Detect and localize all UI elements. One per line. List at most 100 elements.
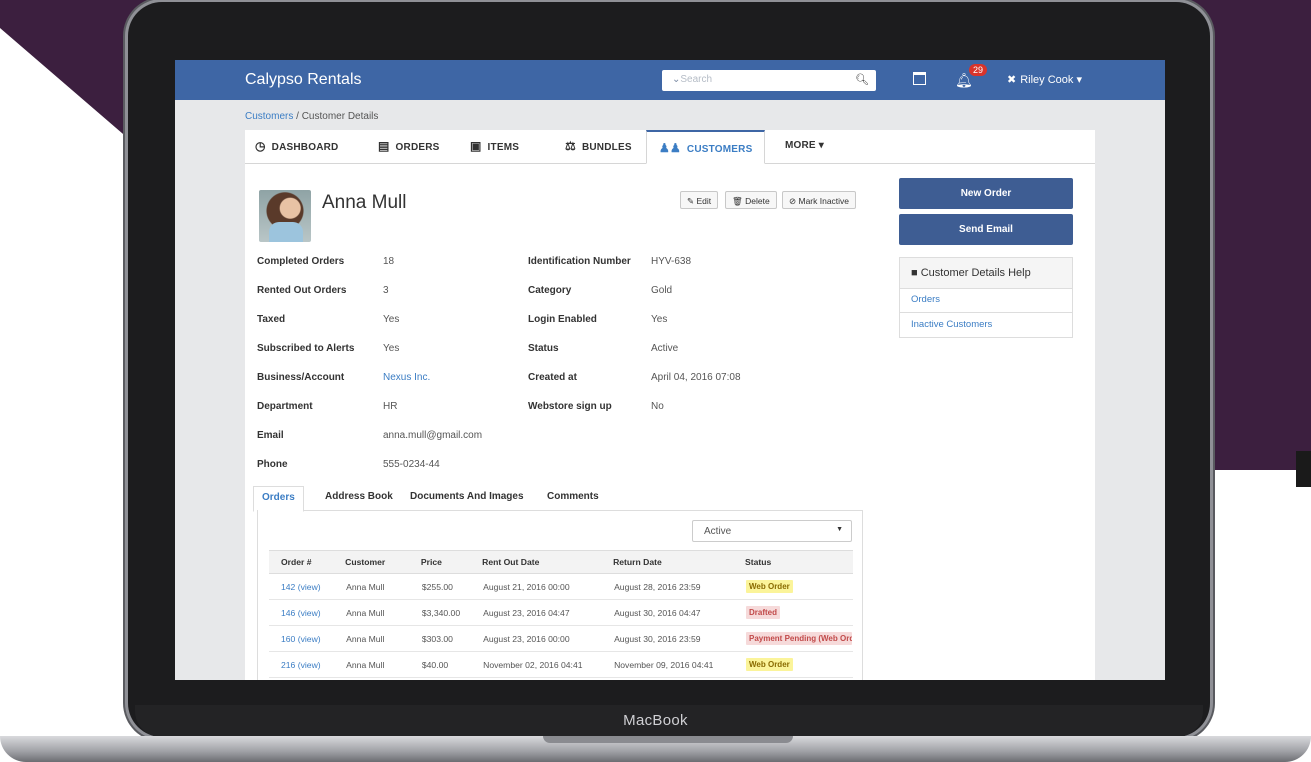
value-created-at: April 04, 2016 07:08 (651, 372, 741, 383)
help-panel-header: ■ Customer Details Help (900, 258, 1072, 289)
breadcrumb-separator: / (293, 111, 302, 122)
search-input[interactable]: Search 🔍︎ (662, 70, 876, 91)
cell-customer: Anna Mull (345, 599, 421, 626)
dashboard-icon: ◷ (255, 139, 266, 153)
subtab-address-book[interactable]: Address Book (325, 491, 393, 502)
chevron-down-icon: ▾ (1076, 74, 1082, 86)
help-panel-title: ■ Customer Details Help (911, 267, 1031, 279)
customer-subtabs: Orders Address Book Documents And Images… (253, 486, 863, 512)
users-icon: ♟♟ (659, 141, 681, 155)
column-header[interactable]: Return Date (613, 550, 745, 574)
divider (900, 312, 1072, 313)
tab-dashboard[interactable]: ◷ DASHBOARD (255, 130, 338, 163)
column-header[interactable]: Price (420, 550, 483, 574)
briefcase-icon: ▣ (470, 139, 482, 153)
tools-icon: ✖ (1007, 74, 1017, 86)
table-header-row: Order # Customer Price Rent Out Date Ret… (269, 550, 853, 574)
link-business-account[interactable]: Nexus Inc. (383, 372, 430, 383)
label-department: Department (257, 401, 313, 412)
mark-inactive-label: Mark Inactive (798, 196, 850, 206)
label-login-enabled: Login Enabled (528, 314, 597, 325)
table-row: 142 (view) Anna Mull $255.00 August 21, … (269, 573, 853, 600)
column-header[interactable]: Customer (345, 550, 421, 574)
help-link-orders[interactable]: Orders (911, 294, 940, 305)
notification-badge[interactable]: 29 (969, 64, 988, 76)
customer-name: Anna Mull (322, 192, 407, 213)
cell-customer: Anna Mull (345, 625, 421, 652)
status-badge: Payment Pending (Web Order) (746, 632, 852, 645)
cell-return: November 09, 2016 04:41 (613, 651, 745, 678)
label-taxed: Taxed (257, 314, 286, 325)
label-business-account: Business/Account (257, 372, 345, 383)
tab-label: DASHBOARD (271, 142, 339, 153)
order-link[interactable]: 216 (view) (281, 660, 321, 670)
main-tabs: ◷ DASHBOARD ▤ ORDERS ▣ ITEMS ⚖ BUNDLES ♟♟ CUS… (245, 130, 1095, 164)
label-completed-orders: Completed Orders (257, 256, 345, 267)
label-status: Status (528, 343, 559, 354)
order-link[interactable]: 146 (view) (281, 608, 321, 618)
new-order-button[interactable]: New Order (899, 178, 1073, 209)
status-badge: Web Order (746, 580, 793, 593)
tab-more[interactable]: MORE ▾ (785, 130, 824, 163)
cell-price: $303.00 (420, 625, 483, 652)
edit-button[interactable]: ✎ Edit (680, 191, 719, 209)
status-filter-select[interactable]: Active ▼ (692, 520, 852, 542)
trash-icon: 🗑︎ (732, 196, 746, 206)
value-identification-number: HYV-638 (651, 256, 692, 267)
label-subscribed-alerts: Subscribed to Alerts (257, 343, 355, 354)
cell-price: $3,340.00 (420, 599, 483, 626)
value-rented-out-orders: 3 (383, 285, 389, 296)
cell-return: August 30, 2016 04:47 (613, 599, 745, 626)
label-rented-out-orders: Rented Out Orders (257, 285, 347, 296)
tab-items[interactable]: ▣ ITEMS (470, 130, 519, 163)
search-icon[interactable]: 🔍︎ (855, 73, 869, 86)
value-email: anna.mull@gmail.com (383, 430, 483, 441)
subtab-documents-images[interactable]: Documents And Images (410, 491, 524, 502)
value-status: Active (651, 343, 679, 354)
table-row: 216 (view) Anna Mull $40.00 November 02,… (269, 651, 853, 678)
main-panel: ◷ DASHBOARD ▤ ORDERS ▣ ITEMS ⚖ BUNDLES ♟♟ CUS… (245, 130, 1095, 680)
label-identification-number: Identification Number (528, 256, 631, 267)
tab-customers[interactable]: ♟♟ CUSTOMERS (646, 130, 766, 164)
macbook-label: MacBook (623, 712, 688, 729)
label-email: Email (257, 430, 284, 441)
mark-inactive-button[interactable]: ⊘ Mark Inactive (782, 191, 857, 209)
delete-button[interactable]: 🗑︎ Delete (725, 191, 777, 209)
cell-rent-out: November 02, 2016 04:41 (482, 651, 614, 678)
order-link[interactable]: 142 (view) (281, 582, 321, 592)
value-phone: 555-0234-44 (383, 459, 440, 470)
calendar-icon[interactable] (913, 72, 926, 85)
column-header[interactable]: Status (745, 550, 853, 574)
help-link-inactive-customers[interactable]: Inactive Customers (911, 319, 992, 330)
column-header[interactable]: Rent Out Date (482, 550, 614, 574)
column-header[interactable]: Order # (269, 550, 346, 574)
cell-rent-out: August 23, 2016 04:47 (482, 599, 614, 626)
clipboard-icon: ▤ (378, 139, 390, 153)
tab-label: BUNDLES (581, 142, 632, 153)
value-subscribed-alerts: Yes (383, 343, 400, 354)
user-menu[interactable]: ✖ Riley Cook ▾ (1007, 73, 1082, 86)
tab-label: ORDERS (395, 142, 440, 153)
status-badge: Web Order (746, 658, 793, 671)
cell-return: August 30, 2016 23:59 (613, 625, 745, 652)
brand-logo[interactable]: Calypso Rentals (245, 71, 362, 89)
help-title-text: Customer Details Help (920, 267, 1031, 279)
cell-price: $40.00 (420, 651, 483, 678)
cell-return: August 28, 2016 23:59 (613, 573, 745, 600)
tab-orders[interactable]: ▤ ORDERS (378, 130, 440, 163)
table-row: 146 (view) Anna Mull $3,340.00 August 23… (269, 599, 853, 626)
help-panel: ■ Customer Details Help Orders Inactive … (899, 257, 1073, 338)
breadcrumb-link-customers[interactable]: Customers (245, 111, 293, 122)
tab-bundles[interactable]: ⚖ BUNDLES (565, 130, 632, 163)
orders-table: Order # Customer Price Rent Out Date Ret… (269, 550, 853, 678)
order-link[interactable]: 160 (view) (281, 634, 321, 644)
label-created-at: Created at (528, 372, 577, 383)
subtab-orders[interactable]: Orders (253, 486, 304, 512)
value-completed-orders: 18 (383, 256, 395, 267)
label-webstore-signup: Webstore sign up (528, 401, 612, 412)
breadcrumb: Customers / Customer Details (245, 111, 378, 122)
subtab-comments[interactable]: Comments (547, 491, 599, 502)
avatar-shoulders (269, 222, 303, 242)
user-name: Riley Cook (1020, 74, 1074, 86)
send-email-button[interactable]: Send Email (899, 214, 1073, 245)
